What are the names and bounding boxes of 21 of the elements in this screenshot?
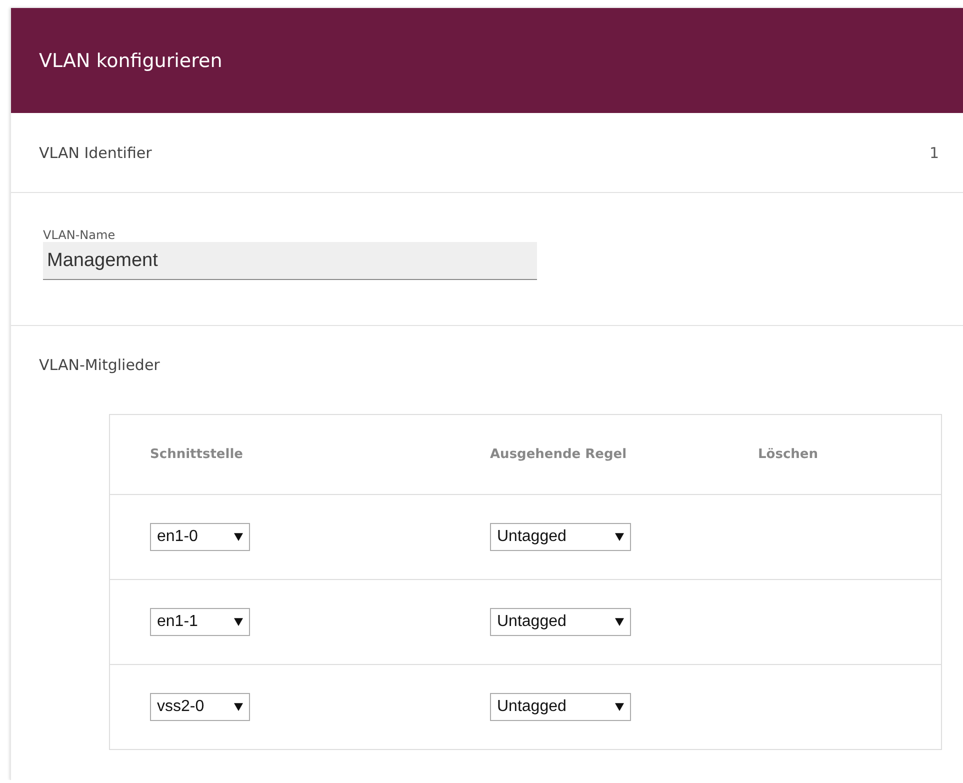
field-value: 1 (929, 144, 939, 162)
dropdown[interactable]: Untagged (490, 608, 631, 636)
panel-title: VLAN konfigurieren (39, 50, 222, 72)
caret-icon (234, 703, 243, 711)
caret-icon (615, 533, 624, 541)
caret-icon (234, 533, 243, 541)
caret-icon (615, 703, 624, 711)
caret-icon (615, 618, 624, 626)
caret-icon (234, 618, 243, 626)
dropdown[interactable]: en1-1 (150, 608, 250, 636)
field-label: VLAN-Name (43, 228, 116, 242)
dropdown[interactable]: vss2-0 (150, 693, 250, 721)
dropdown[interactable]: Untagged (490, 693, 631, 721)
section-label: VLAN-Mitglieder (39, 356, 161, 374)
column-header: Löschen (758, 447, 819, 462)
field-label: VLAN Identifier (39, 144, 152, 162)
dropdown[interactable]: Untagged (490, 523, 631, 551)
input-field[interactable]: Management (43, 242, 537, 280)
column-header: Ausgehende Regel (490, 447, 628, 462)
column-header: Schnittstelle (149, 447, 244, 462)
dropdown[interactable]: en1-0 (150, 523, 250, 551)
